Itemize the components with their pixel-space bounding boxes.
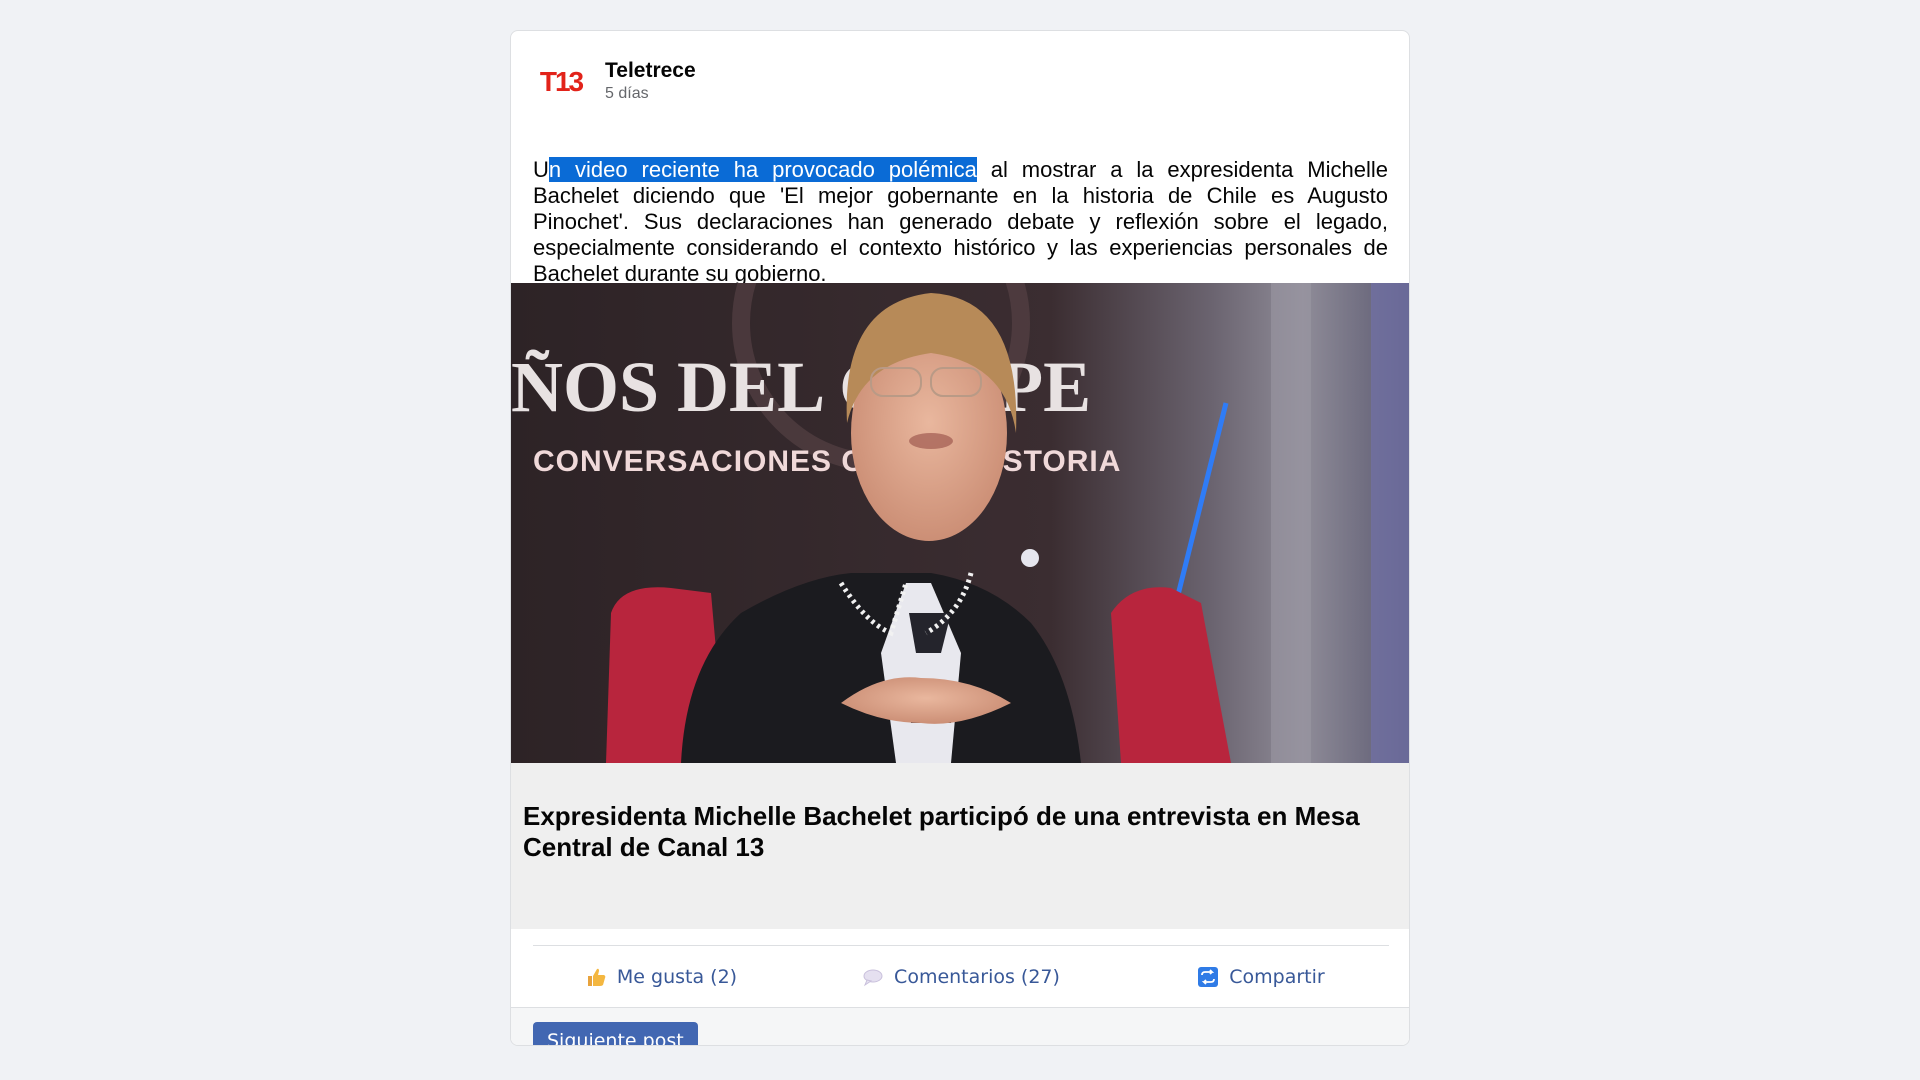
teletrece-logo-avatar[interactable]: T13: [533, 53, 589, 109]
post-card: T13 Teletrece 5 días Un video reciente h…: [510, 30, 1410, 1046]
backdrop-subtitle: CONVERSACIONES CON LA HISTORIA: [533, 445, 1121, 478]
share-button[interactable]: Compartir: [1111, 966, 1409, 988]
post-actions: Me gusta (2) Comentarios (27) Compartir: [511, 949, 1409, 1005]
post-text-first-letter: U: [533, 157, 549, 182]
share-icon: [1197, 966, 1219, 988]
post-timestamp[interactable]: 5 días: [605, 84, 696, 104]
like-button[interactable]: Me gusta (2): [511, 966, 811, 988]
post-footer: Siguiente post: [511, 1007, 1409, 1045]
header-text: Teletrece 5 días: [605, 58, 696, 104]
share-label: Compartir: [1229, 966, 1325, 988]
logo-text: T13: [540, 66, 584, 97]
thumbs-up-icon: [585, 966, 607, 988]
page-name[interactable]: Teletrece: [605, 58, 696, 84]
post-image[interactable]: ÑOS DEL GOLPE CONVERSACIONES CON LA HIST…: [511, 283, 1409, 763]
post-text-selected: n video reciente ha provocado polémica: [548, 157, 977, 182]
comment-button[interactable]: Comentarios (27): [811, 966, 1111, 988]
post-header: T13 Teletrece 5 días: [533, 51, 696, 111]
like-label: Me gusta (2): [616, 966, 738, 988]
comment-label: Comentarios (27): [894, 966, 1060, 988]
interview-photo: ÑOS DEL GOLPE CONVERSACIONES CON LA HIST…: [511, 283, 1409, 763]
actions-divider: [533, 945, 1389, 946]
post-text: Un video reciente ha provocado polémica …: [533, 157, 1388, 287]
next-post-button[interactable]: Siguiente post: [533, 1022, 698, 1045]
speech-bubble-icon: [862, 966, 884, 988]
link-preview-title[interactable]: Expresidenta Michelle Bachelet participó…: [523, 801, 1401, 863]
t13-logo-icon: T13: [534, 54, 588, 108]
link-preview[interactable]: Expresidenta Michelle Bachelet participó…: [511, 763, 1409, 929]
